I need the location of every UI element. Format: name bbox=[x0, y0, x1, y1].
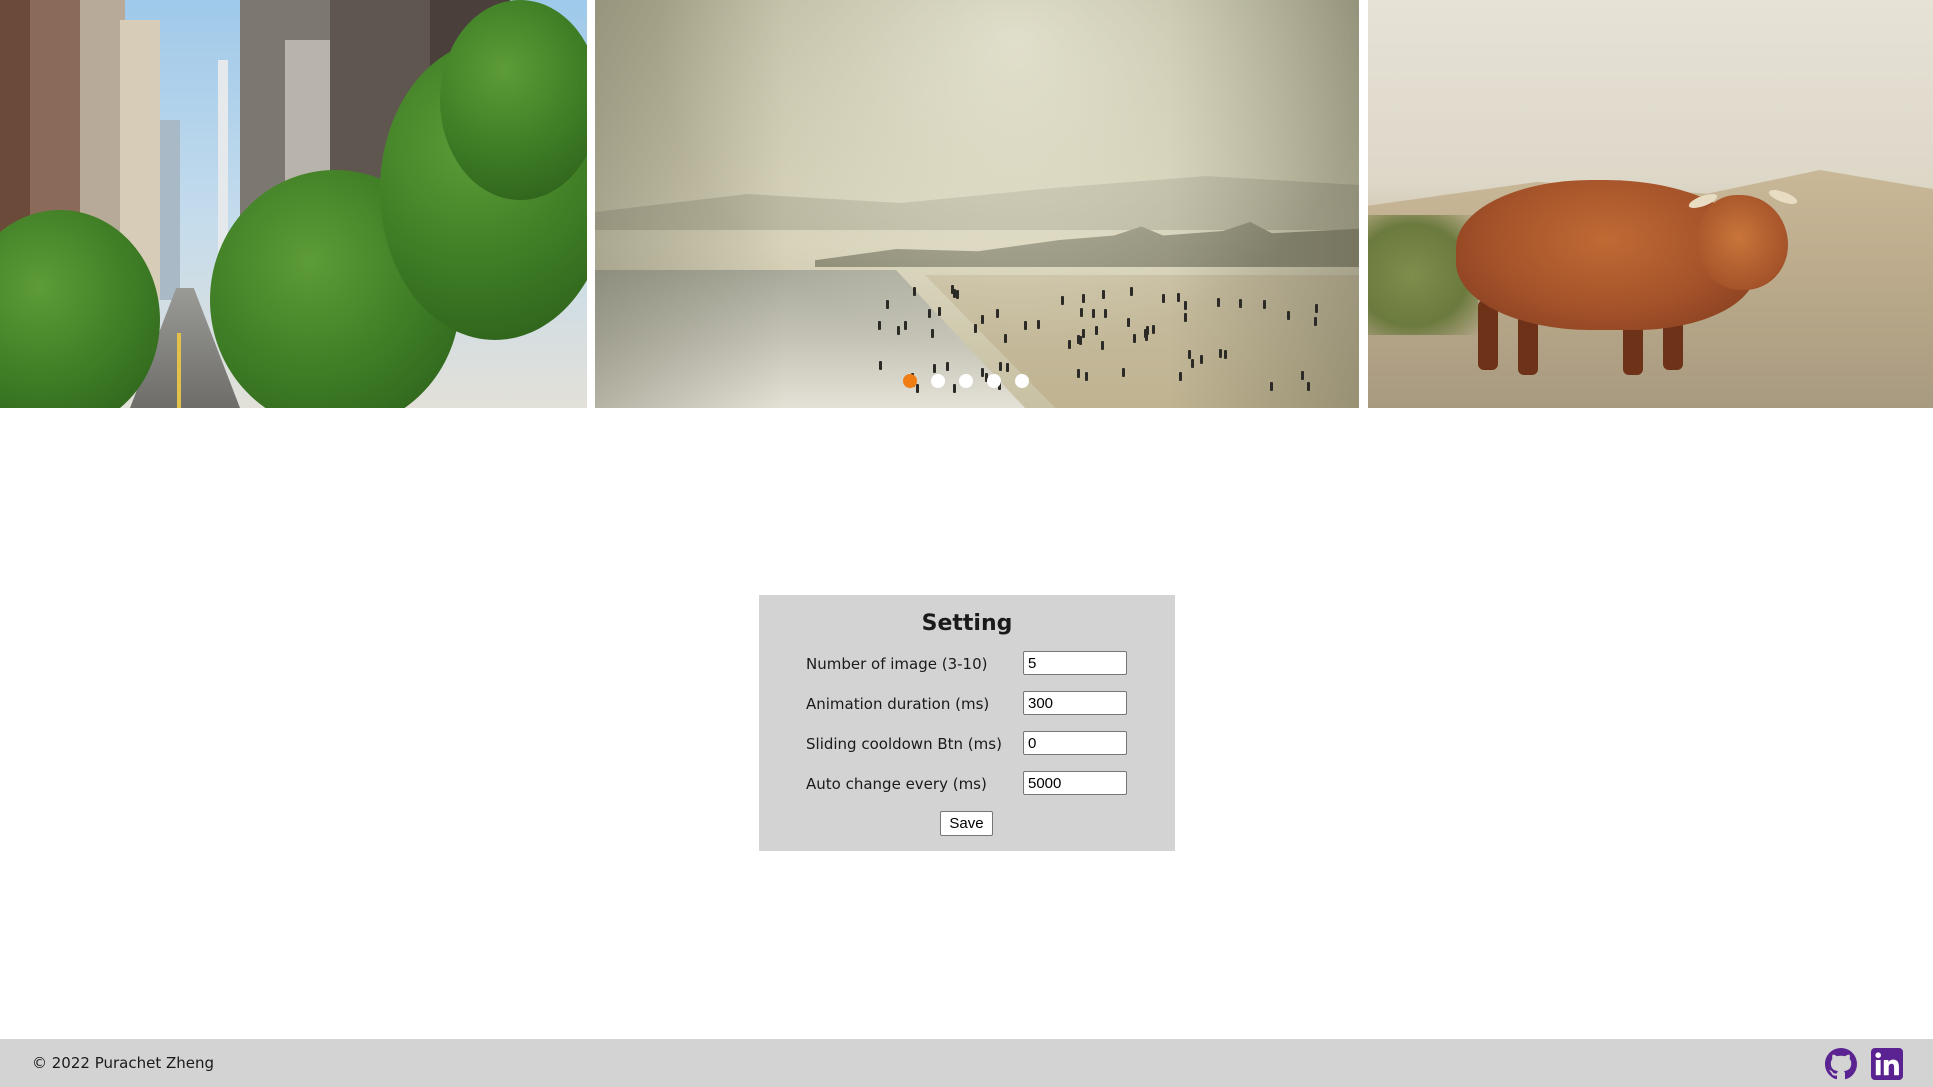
save-button[interactable]: Save bbox=[940, 811, 993, 836]
setting-row-auto-change: Auto change every (ms) bbox=[806, 771, 1128, 797]
beach-person bbox=[1003, 333, 1007, 343]
beach-person bbox=[1060, 295, 1064, 305]
beach-person bbox=[928, 309, 932, 319]
beach-person bbox=[945, 362, 949, 372]
beach-person bbox=[1301, 371, 1305, 381]
auto-change-label: Auto change every (ms) bbox=[806, 775, 987, 793]
settings-panel: Setting Number of image (3-10) Animation… bbox=[759, 595, 1175, 851]
beach-person bbox=[878, 360, 882, 370]
beach-person bbox=[1184, 313, 1188, 323]
beach-person bbox=[1091, 308, 1095, 318]
settings-title: Setting bbox=[921, 611, 1013, 636]
beach-person bbox=[896, 326, 900, 336]
page: Setting Number of image (3-10) Animation… bbox=[0, 0, 1933, 1087]
tree bbox=[440, 0, 587, 200]
street-lane bbox=[177, 333, 181, 408]
beach-person bbox=[1005, 363, 1009, 373]
setting-row-sliding-cooldown: Sliding cooldown Btn (ms) bbox=[806, 731, 1128, 757]
auto-change-input[interactable] bbox=[1023, 771, 1127, 795]
beach-person bbox=[999, 361, 1003, 371]
building bbox=[160, 120, 180, 300]
beach-person bbox=[1314, 317, 1318, 327]
github-link[interactable] bbox=[1825, 1048, 1857, 1080]
carousel-dot-1[interactable] bbox=[903, 374, 917, 388]
image-count-label: Number of image (3-10) bbox=[806, 655, 988, 673]
beach-person bbox=[930, 329, 934, 339]
animation-duration-input[interactable] bbox=[1023, 691, 1127, 715]
slide-beach[interactable] bbox=[595, 0, 1359, 408]
beach-person bbox=[1287, 311, 1291, 321]
sliding-cooldown-label: Sliding cooldown Btn (ms) bbox=[806, 735, 1002, 753]
beach-person bbox=[1177, 292, 1181, 302]
cow-head bbox=[1698, 195, 1788, 290]
beach-person bbox=[1190, 358, 1194, 368]
beach-person bbox=[1218, 349, 1222, 359]
haze-overlay bbox=[595, 0, 1359, 408]
sliding-cooldown-input[interactable] bbox=[1023, 731, 1127, 755]
beach-person bbox=[1104, 308, 1108, 318]
beach-person bbox=[1188, 349, 1192, 359]
beach-person bbox=[1178, 371, 1182, 381]
cow-leg bbox=[1478, 300, 1498, 370]
beach-person bbox=[1126, 318, 1130, 328]
beach-person bbox=[937, 307, 941, 317]
beach-person bbox=[1200, 354, 1204, 364]
beach-person bbox=[1314, 303, 1318, 313]
setting-row-animation-duration: Animation duration (ms) bbox=[806, 691, 1128, 717]
beach-person bbox=[980, 314, 984, 324]
beach-person bbox=[1306, 381, 1310, 391]
beach-person bbox=[886, 300, 890, 310]
beach-person bbox=[1184, 300, 1188, 310]
setting-row-image-count: Number of image (3-10) bbox=[806, 651, 1128, 677]
beach-person bbox=[1102, 290, 1106, 300]
beach-person bbox=[1238, 298, 1242, 308]
copyright-text: © 2022 Purachet Zheng bbox=[32, 1054, 215, 1072]
slide-highland-cow[interactable] bbox=[1368, 0, 1933, 408]
beach-person bbox=[1082, 328, 1086, 338]
beach-person bbox=[1084, 372, 1088, 382]
carousel-pagination bbox=[903, 374, 1029, 388]
beach-person bbox=[1162, 293, 1166, 303]
beach-person bbox=[1076, 368, 1080, 378]
beach-person bbox=[1262, 299, 1266, 309]
linkedin-link[interactable] bbox=[1871, 1048, 1903, 1080]
beach-person bbox=[1094, 326, 1098, 336]
beach-person bbox=[1269, 381, 1273, 391]
beach-person bbox=[932, 364, 936, 374]
beach-person bbox=[912, 287, 916, 297]
beach-person bbox=[1122, 368, 1126, 378]
beach-person bbox=[956, 290, 960, 299]
linkedin-icon bbox=[1871, 1048, 1903, 1080]
beach-person bbox=[1082, 294, 1086, 304]
beach-person bbox=[996, 308, 1000, 318]
carousel-dot-3[interactable] bbox=[959, 374, 973, 388]
beach-person bbox=[1023, 320, 1027, 330]
beach-person bbox=[1100, 341, 1104, 351]
animation-duration-label: Animation duration (ms) bbox=[806, 695, 990, 713]
beach-person bbox=[1132, 333, 1136, 343]
slide-city-street[interactable] bbox=[0, 0, 587, 408]
beach-person bbox=[1216, 298, 1220, 308]
carousel-dot-5[interactable] bbox=[1015, 374, 1029, 388]
github-icon bbox=[1825, 1048, 1857, 1080]
beach-person bbox=[1080, 308, 1083, 318]
beach-person bbox=[878, 320, 882, 330]
image-count-input[interactable] bbox=[1023, 651, 1127, 675]
footer: © 2022 Purachet Zheng bbox=[0, 1039, 1933, 1087]
carousel-dot-4[interactable] bbox=[987, 374, 1001, 388]
carousel-dot-2[interactable] bbox=[931, 374, 945, 388]
beach-person bbox=[1036, 320, 1040, 329]
beach-person bbox=[1224, 350, 1228, 360]
image-carousel[interactable] bbox=[0, 0, 1933, 408]
beach-person bbox=[1130, 287, 1134, 297]
beach-person bbox=[950, 285, 954, 295]
beach-person bbox=[973, 324, 977, 334]
beach-person bbox=[1067, 340, 1071, 350]
beach-person bbox=[1145, 331, 1149, 341]
beach-person bbox=[1152, 325, 1156, 335]
beach-person bbox=[1076, 334, 1080, 344]
